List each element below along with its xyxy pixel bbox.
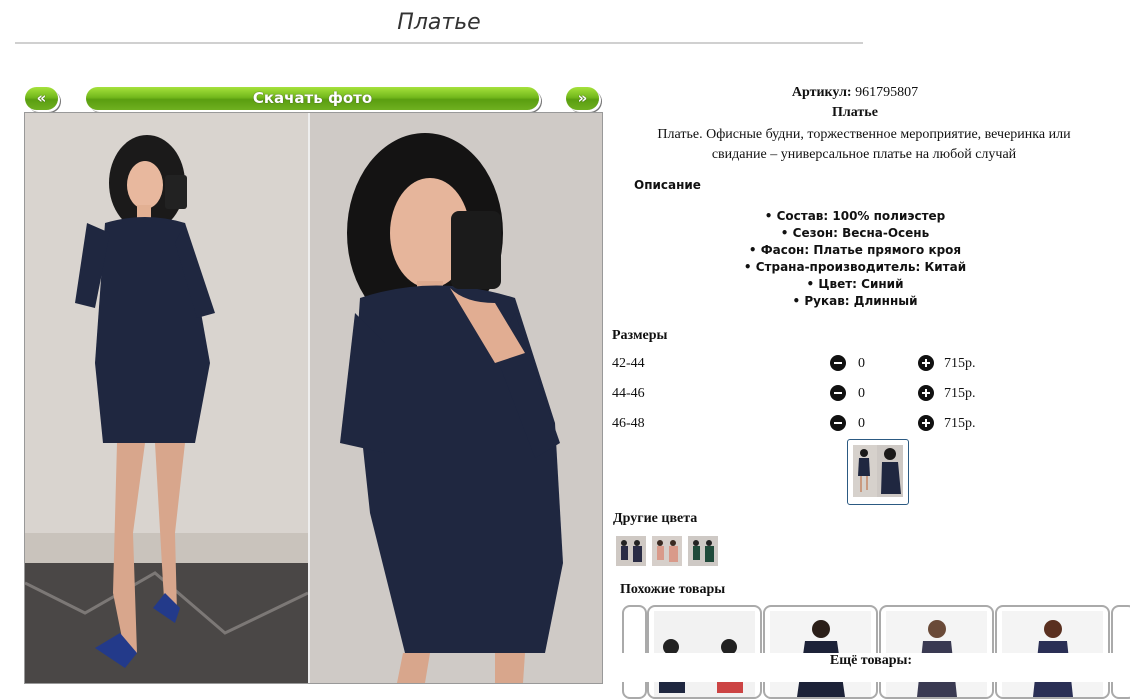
- quantity-value: 0: [858, 386, 865, 401]
- color-variant-pink[interactable]: [652, 536, 682, 566]
- sizes-heading: Размеры: [612, 328, 668, 343]
- size-row: 42-44 0 715р.: [612, 353, 1112, 375]
- specs-list: Состав: 100% полиэстер Сезон: Весна-Осен…: [612, 208, 1098, 310]
- similar-product-card[interactable]: [763, 605, 878, 699]
- more-link-cutoff[interactable]: [720, 674, 724, 682]
- minus-circle-icon[interactable]: [830, 415, 846, 431]
- color-variant-navy[interactable]: [616, 536, 646, 566]
- similar-scroll-right[interactable]: [1111, 605, 1130, 699]
- spec-item: Страна-производитель: Китай: [612, 259, 1098, 276]
- minus-circle-icon[interactable]: [830, 385, 846, 401]
- article-number: 961795807: [855, 85, 919, 100]
- product-description: Платье. Офисные будни, торжественное мер…: [657, 127, 1071, 162]
- quantity-value: 0: [858, 416, 865, 431]
- product-name: Платье: [832, 105, 878, 120]
- size-price: 715р.: [944, 356, 976, 371]
- article-line: Артикул: 961795807: [612, 85, 1098, 101]
- size-price: 715р.: [944, 386, 976, 401]
- size-row: 46-48 0 715р.: [612, 413, 1112, 435]
- size-row: 44-46 0 715р.: [612, 383, 1112, 405]
- size-label: 46-48: [612, 416, 645, 431]
- size-label: 44-46: [612, 386, 645, 401]
- spec-item: Сезон: Весна-Осень: [612, 225, 1098, 242]
- size-label: 42-44: [612, 356, 645, 371]
- next-photo-button[interactable]: »: [566, 87, 599, 110]
- minus-circle-icon[interactable]: [830, 355, 846, 371]
- other-colors-heading: Другие цвета: [613, 511, 698, 526]
- more-products-links: [612, 674, 1130, 682]
- specs-heading: Описание: [634, 178, 701, 192]
- article-label: Артикул:: [791, 85, 852, 100]
- similar-scroll-left[interactable]: [622, 605, 647, 699]
- spec-item: Цвет: Синий: [612, 276, 1098, 293]
- photo-thumbnail[interactable]: [847, 439, 909, 505]
- similar-product-card[interactable]: [995, 605, 1110, 699]
- plus-circle-icon[interactable]: [918, 355, 934, 371]
- title-divider: [15, 42, 863, 44]
- plus-circle-icon[interactable]: [918, 415, 934, 431]
- size-price: 715р.: [944, 416, 976, 431]
- page-title: Платье: [397, 10, 481, 35]
- similar-product-card[interactable]: [879, 605, 994, 699]
- color-variant-green[interactable]: [688, 536, 718, 566]
- spec-item: Рукав: Длинный: [612, 293, 1098, 310]
- similar-product-card[interactable]: [647, 605, 762, 699]
- product-photo[interactable]: [24, 112, 603, 684]
- similar-products-heading: Похожие товары: [620, 582, 726, 597]
- download-photo-button[interactable]: Скачать фото: [86, 87, 539, 110]
- plus-circle-icon[interactable]: [918, 385, 934, 401]
- quantity-value: 0: [858, 356, 865, 371]
- spec-item: Фасон: Платье прямого кроя: [612, 242, 1098, 259]
- spec-item: Состав: 100% полиэстер: [612, 208, 1098, 225]
- prev-photo-button[interactable]: «: [25, 87, 58, 110]
